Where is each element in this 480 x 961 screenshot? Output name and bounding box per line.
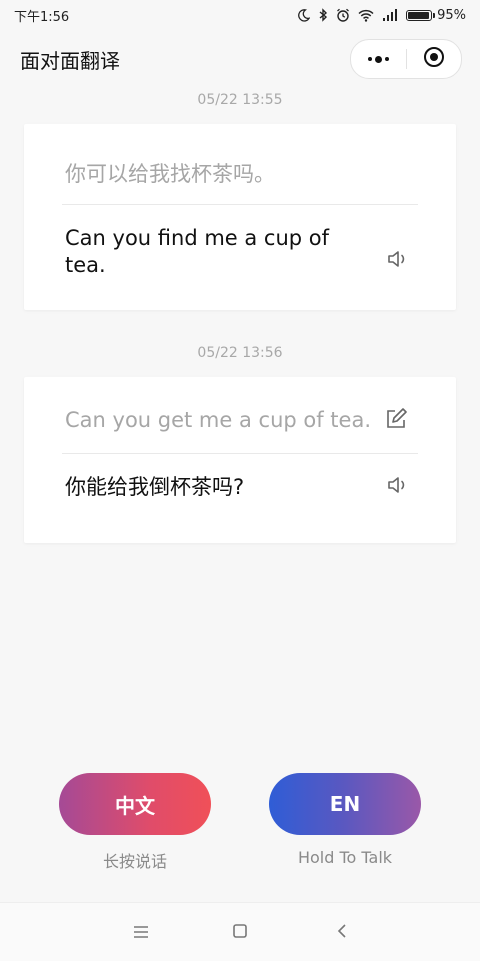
- speaker-icon: [387, 249, 409, 273]
- target-circle-icon: [423, 46, 445, 72]
- edit-button[interactable]: [383, 408, 409, 434]
- home-square-icon: [232, 923, 248, 943]
- close-miniprogram-button[interactable]: [407, 40, 462, 78]
- translated-text: 你能给我倒杯茶吗?: [65, 475, 245, 499]
- page-title: 面对面翻译: [20, 48, 120, 73]
- status-bar: 下午1:56 95%: [0, 0, 480, 30]
- conversation-card: 你可以给我找杯茶吗。 Can you find me a cup of tea.: [24, 124, 456, 310]
- hold-to-talk-english-button[interactable]: EN: [269, 773, 421, 835]
- chinese-hint: 长按说话: [102, 852, 167, 871]
- source-text: Can you get me a cup of tea.: [65, 408, 372, 432]
- battery-indicator: 95%: [406, 8, 466, 23]
- speaker-button[interactable]: [385, 248, 411, 274]
- nav-home-button[interactable]: [228, 921, 252, 945]
- source-text: 你可以给我找杯茶吗。: [65, 162, 275, 186]
- battery-icon: [406, 9, 436, 21]
- hold-to-talk-chinese-button[interactable]: 中文: [59, 773, 211, 835]
- wifi-icon: [358, 9, 374, 22]
- more-dots-icon: [367, 55, 389, 63]
- signal-icon: [382, 9, 398, 21]
- translated-text: Can you find me a cup of tea.: [65, 226, 330, 277]
- card-divider: [62, 204, 418, 205]
- nav-menu-button[interactable]: [129, 921, 153, 945]
- conversation-card: Can you get me a cup of tea. 你能给我倒杯茶吗?: [24, 377, 456, 543]
- edit-icon: [385, 408, 407, 434]
- bluetooth-icon: [318, 8, 328, 22]
- status-time: 下午1:56: [14, 9, 70, 25]
- menu-icon: [133, 924, 149, 943]
- back-chevron-icon: [336, 923, 348, 943]
- system-navigation-bar: [0, 902, 480, 961]
- title-bar: 面对面翻译: [0, 36, 480, 82]
- more-button[interactable]: [351, 40, 406, 78]
- miniprogram-capsule: [350, 39, 462, 79]
- speaker-button[interactable]: [385, 474, 411, 500]
- status-icons: 95%: [297, 8, 466, 23]
- nav-back-button[interactable]: [330, 921, 354, 945]
- conversation-timestamp: 05/22 13:56: [197, 345, 283, 361]
- battery-percent: 95%: [437, 7, 466, 23]
- speaker-icon: [387, 475, 409, 499]
- english-hint: Hold To Talk: [297, 848, 393, 867]
- moon-icon: [297, 8, 311, 22]
- card-divider: [62, 453, 418, 454]
- alarm-icon: [336, 8, 350, 22]
- conversation-timestamp: 05/22 13:55: [197, 92, 283, 108]
